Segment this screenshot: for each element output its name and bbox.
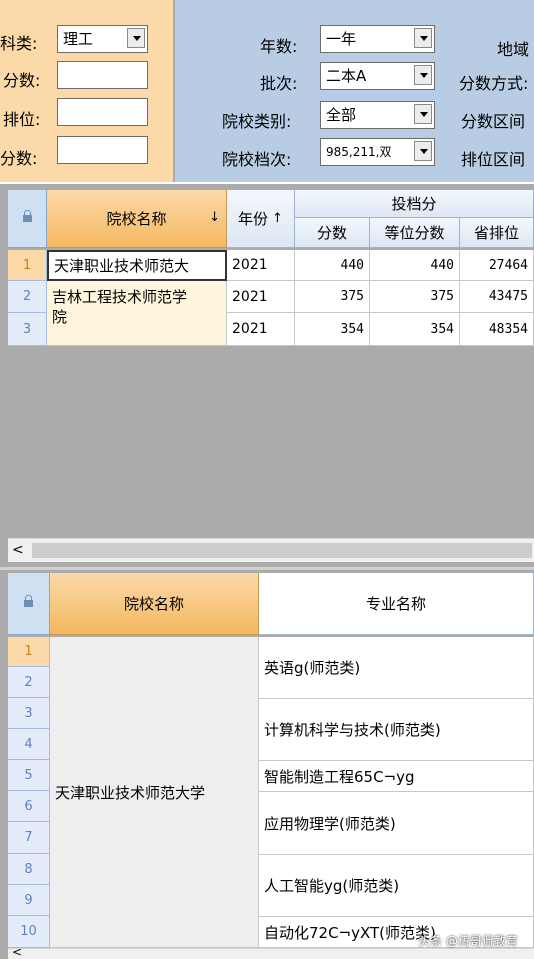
school-type-label: 院校类别: — [222, 112, 292, 131]
scroll-thumb[interactable] — [32, 543, 532, 558]
grid1-cell-equiv[interactable]: 354 — [370, 313, 460, 346]
row-number[interactable]: 5 — [8, 760, 50, 791]
grid1-cell-year[interactable]: 2021 — [227, 281, 295, 313]
row-number[interactable]: 7 — [8, 822, 50, 854]
row-number[interactable]: 4 — [8, 729, 50, 760]
score-mode-label: 分数方式: — [459, 74, 529, 93]
grid1-header-score[interactable]: 分数 — [295, 218, 370, 248]
grid1-cell-year[interactable]: 2021 — [227, 313, 295, 346]
score-input[interactable] — [57, 61, 148, 89]
grid2-cell-major[interactable]: 智能制造工程65C¬yg — [259, 761, 534, 792]
row-number[interactable]: 3 — [8, 698, 50, 729]
chevron-down-icon[interactable] — [414, 28, 432, 48]
row-number[interactable]: 8 — [8, 854, 50, 885]
school-type-value: 全部 — [326, 106, 357, 124]
grid2-hscrollbar[interactable]: < — [8, 945, 534, 959]
grid1-corner[interactable] — [8, 190, 47, 248]
grid1-cell-score[interactable]: 375 — [295, 281, 370, 313]
grid1-header-group: 投档分 — [295, 190, 534, 218]
rank-label: 排位: — [3, 110, 41, 129]
row-number[interactable]: 6 — [8, 791, 50, 822]
school-level-select[interactable]: 985,211,双 — [320, 138, 435, 166]
chevron-down-icon[interactable] — [127, 28, 145, 48]
row-number[interactable]: 10 — [8, 916, 50, 948]
row-number[interactable]: 3 — [8, 313, 47, 346]
chevron-down-icon[interactable] — [414, 141, 432, 161]
rank-input[interactable] — [57, 98, 148, 126]
grid1-cell-score[interactable]: 440 — [295, 250, 370, 281]
school-level-value: 985,211,双 — [326, 145, 392, 159]
grid2-header-major[interactable]: 专业名称 — [259, 573, 534, 635]
years-value: 一年 — [326, 30, 357, 48]
grid1-cell-rank[interactable]: 43475 — [460, 281, 534, 313]
subject-label: 科类: — [0, 34, 38, 53]
grid2-cell-major[interactable]: 计算机科学与技术(师范类) — [259, 699, 534, 761]
chevron-down-icon[interactable] — [414, 65, 432, 85]
school-type-select[interactable]: 全部 — [320, 101, 435, 129]
grid1-header-school[interactable]: 院校名称 ↓ — [47, 190, 227, 248]
rank-range-label: 排位区间 — [461, 150, 526, 169]
row-number[interactable]: 1 — [8, 637, 50, 667]
divider — [0, 182, 534, 184]
grid1-cell-score[interactable]: 354 — [295, 313, 370, 346]
grid1-cell-school[interactable]: 吉林工程技术师范学 院 — [47, 281, 227, 346]
grid1-header-equiv[interactable]: 等位分数 — [370, 218, 460, 248]
grid1-header-rank[interactable]: 省排位 — [460, 218, 534, 248]
grid1-cell-year[interactable]: 2021 — [227, 250, 295, 281]
grid2-corner[interactable] — [8, 573, 50, 635]
grid1-cell-rank[interactable]: 27464 — [460, 250, 534, 281]
grid2-cell-major[interactable]: 英语g(师范类) — [259, 637, 534, 699]
row-number[interactable]: 2 — [8, 667, 50, 698]
grid2-cell-major[interactable]: 人工智能yg(师范类) — [259, 855, 534, 917]
school-name-line1: 吉林工程技术师范学 — [52, 288, 188, 306]
grid1-header-year-label: 年份 — [238, 210, 269, 228]
batch-select[interactable]: 二本A — [320, 62, 435, 90]
grid1-cell-equiv[interactable]: 440 — [370, 250, 460, 281]
watermark: 头条 @涛哥侃教育 — [418, 934, 518, 948]
scroll-left-icon[interactable]: < — [12, 945, 22, 959]
chevron-down-icon[interactable] — [414, 104, 432, 124]
score-label: 分数: — [3, 71, 41, 90]
score-range-label: 分数区间 — [461, 112, 526, 131]
grid1-header-school-label: 院校名称 — [106, 210, 167, 228]
grid2-cell-school[interactable]: 天津职业技术师范大学 — [50, 637, 259, 948]
school-name-line2: 院 — [52, 308, 68, 326]
grid2-header-school[interactable]: 院校名称 — [50, 573, 259, 635]
lock-icon — [24, 595, 33, 607]
row-number[interactable]: 9 — [8, 885, 50, 916]
batch-value: 二本A — [326, 67, 367, 85]
splitter[interactable] — [0, 567, 534, 570]
grid1-cell-school[interactable]: 天津职业技术师范大 — [47, 250, 227, 281]
score2-label: 分数: — [0, 149, 38, 168]
grid1-cell-rank[interactable]: 48354 — [460, 313, 534, 346]
sort-up-icon: ↑ — [272, 211, 283, 226]
scroll-left-icon[interactable]: < — [12, 542, 24, 558]
lock-icon — [22, 210, 32, 222]
batch-label: 批次: — [260, 74, 298, 93]
row-number[interactable]: 2 — [8, 281, 47, 313]
score2-input[interactable] — [57, 136, 148, 164]
years-label: 年数: — [260, 37, 298, 56]
row-number[interactable]: 1 — [8, 250, 47, 281]
subject-value: 理工 — [63, 30, 94, 48]
school-level-label: 院校档次: — [222, 150, 292, 169]
grid1-cell-equiv[interactable]: 375 — [370, 281, 460, 313]
grid2-cell-major[interactable]: 应用物理学(师范类) — [259, 792, 534, 855]
years-select[interactable]: 一年 — [320, 25, 435, 53]
grid1-header-year[interactable]: 年份 ↑ — [227, 190, 295, 248]
subject-select[interactable]: 理工 — [57, 25, 148, 53]
grid1-hscrollbar[interactable]: < — [8, 538, 534, 562]
region-label: 地域 — [497, 40, 530, 59]
sort-down-icon: ↓ — [209, 210, 220, 225]
